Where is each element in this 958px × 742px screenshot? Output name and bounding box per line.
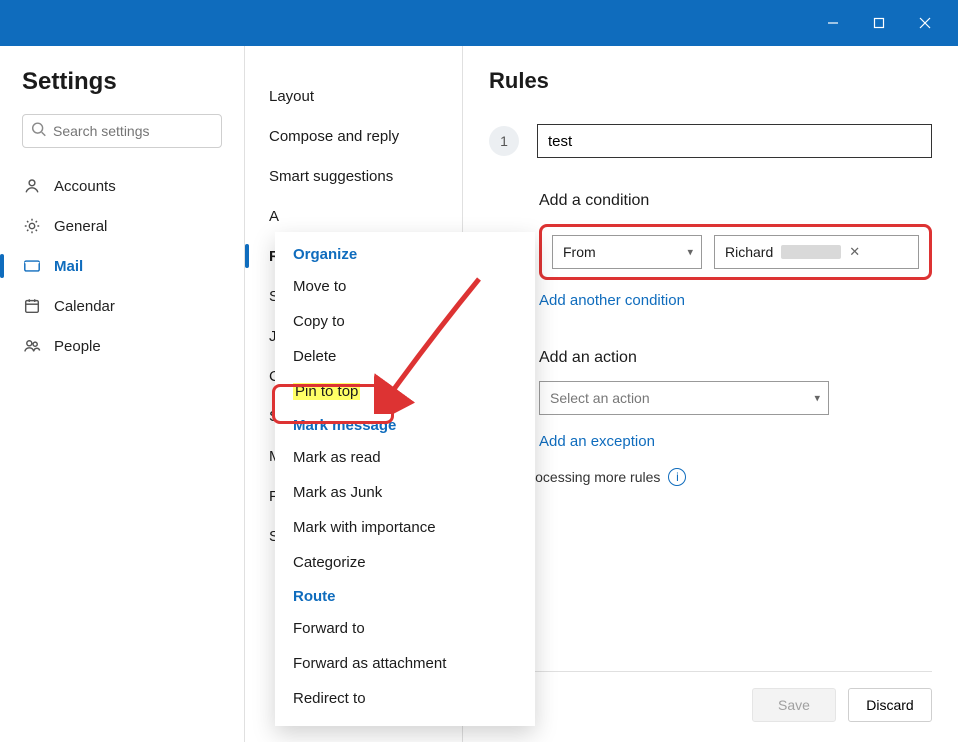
menu-group-route: Route	[275, 580, 535, 611]
action-select-placeholder: Select an action	[550, 390, 650, 406]
window-close-button[interactable]	[902, 0, 948, 46]
menu-group-organize: Organize	[275, 238, 535, 269]
window-minimize-button[interactable]	[810, 0, 856, 46]
mid-item-compose[interactable]: Compose and reply	[245, 116, 462, 156]
rules-heading: Rules	[489, 68, 932, 94]
titlebar	[0, 0, 958, 46]
sidebar-item-label: Accounts	[54, 178, 116, 195]
people-icon	[22, 337, 42, 355]
settings-sidebar: Settings Accounts General	[0, 46, 245, 742]
menu-group-mark: Mark message	[275, 409, 535, 440]
info-icon[interactable]: i	[668, 468, 686, 486]
chevron-down-icon: ▾	[687, 246, 693, 259]
footer-actions: Save Discard	[489, 671, 932, 722]
sidebar-item-people[interactable]: People	[0, 326, 222, 366]
menu-item-forward-attachment[interactable]: Forward as attachment	[275, 646, 535, 681]
menu-item-forward-to[interactable]: Forward to	[275, 611, 535, 646]
menu-item-pin-to-top[interactable]: Pin to top	[275, 374, 535, 409]
contact-token-name: Richard	[725, 244, 773, 260]
rules-panel: Rules 1 Add a condition From ▾ Richard ✕…	[463, 46, 958, 742]
chevron-down-icon: ▾	[814, 392, 820, 405]
sidebar-item-label: General	[54, 218, 107, 235]
add-another-condition-link[interactable]: Add another condition	[539, 292, 685, 309]
condition-row: From ▾ Richard ✕	[539, 224, 932, 280]
save-button[interactable]: Save	[752, 688, 836, 722]
sidebar-item-calendar[interactable]: Calendar	[0, 286, 222, 326]
action-dropdown-menu: Organize Move to Copy to Delete Pin to t…	[275, 232, 535, 726]
condition-value-field[interactable]: Richard ✕	[714, 235, 919, 269]
menu-item-categorize[interactable]: Categorize	[275, 545, 535, 580]
sidebar-item-label: Mail	[54, 258, 83, 275]
sidebar-item-label: People	[54, 338, 101, 355]
sidebar-item-label: Calendar	[54, 298, 115, 315]
step-number: 1	[489, 126, 519, 156]
mid-item-smart[interactable]: Smart suggestions	[245, 156, 462, 196]
mid-item-a[interactable]: A	[245, 196, 462, 236]
remove-token-icon[interactable]: ✕	[849, 244, 860, 260]
search-input[interactable]	[22, 114, 222, 148]
menu-item-mark-importance[interactable]: Mark with importance	[275, 510, 535, 545]
add-action-label: Add an action	[539, 349, 932, 367]
menu-item-redirect-to[interactable]: Redirect to	[275, 681, 535, 716]
menu-item-mark-junk[interactable]: Mark as Junk	[275, 475, 535, 510]
calendar-icon	[22, 297, 42, 315]
menu-item-move-to[interactable]: Move to	[275, 269, 535, 304]
settings-heading: Settings	[22, 68, 222, 96]
window-maximize-button[interactable]	[856, 0, 902, 46]
rule-name-input[interactable]	[537, 124, 932, 158]
condition-type-select[interactable]: From ▾	[552, 235, 702, 269]
add-exception-link[interactable]: Add an exception	[539, 433, 655, 450]
mid-item-layout[interactable]: Layout	[245, 76, 462, 116]
sidebar-item-mail[interactable]: Mail	[0, 246, 222, 286]
discard-button[interactable]: Discard	[848, 688, 932, 722]
mail-icon	[22, 257, 42, 275]
accounts-icon	[22, 177, 42, 195]
contact-token-masked	[781, 245, 841, 259]
search-settings-field[interactable]	[22, 114, 222, 148]
action-select[interactable]: Select an action ▾	[539, 381, 829, 415]
gear-icon	[22, 217, 42, 235]
menu-item-mark-read[interactable]: Mark as read	[275, 440, 535, 475]
menu-item-copy-to[interactable]: Copy to	[275, 304, 535, 339]
sidebar-item-accounts[interactable]: Accounts	[0, 166, 222, 206]
search-icon	[30, 121, 48, 142]
add-condition-label: Add a condition	[539, 192, 932, 210]
sidebar-item-general[interactable]: General	[0, 206, 222, 246]
condition-type-value: From	[563, 244, 596, 260]
menu-item-delete[interactable]: Delete	[275, 339, 535, 374]
